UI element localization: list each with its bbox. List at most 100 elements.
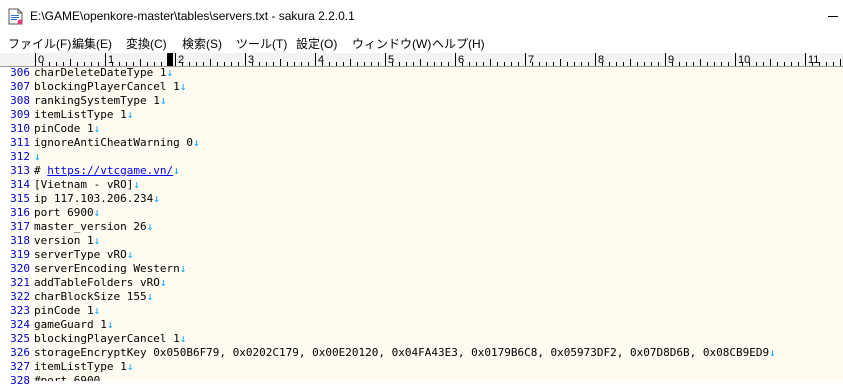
- column-ruler[interactable]: 0 1 2 3 4 5 6 7 8 9 10 11: [0, 53, 843, 67]
- line-number: 315: [10, 192, 30, 205]
- line-break-mark: ↓: [93, 122, 101, 135]
- line-text: storageEncryptKey 0x050B6F79, 0x0202C179…: [34, 346, 770, 359]
- ruler-label: 6: [458, 54, 464, 66]
- ruler-label: 8: [598, 54, 604, 66]
- menu-help[interactable]: ヘルプ(H): [432, 35, 485, 52]
- line-number: 328: [10, 374, 30, 387]
- text-line[interactable]: addTableFolders vRO↓: [34, 276, 166, 290]
- menu-edit[interactable]: 編集(E): [72, 35, 112, 52]
- ruler-label: 5: [388, 54, 394, 66]
- line-text: #port 6900: [34, 374, 101, 381]
- line-text: pinCode 1: [34, 304, 94, 317]
- title-bar: E:\GAME\openkore-master\tables\servers.t…: [0, 0, 843, 33]
- menu-search[interactable]: 検索(S): [182, 35, 222, 52]
- line-text: charBlockSize 155: [34, 290, 147, 303]
- line-break-mark: ↓: [769, 346, 776, 359]
- text-line[interactable]: itemListType 1↓: [34, 108, 133, 122]
- line-text: ip 117.103.206.234: [34, 192, 154, 205]
- line-break-mark: ↓: [146, 220, 154, 233]
- text-line[interactable]: port 6900↓: [34, 206, 100, 220]
- text-line[interactable]: ↓: [34, 150, 41, 164]
- line-number: 309: [10, 108, 30, 121]
- text-line[interactable]: #port 6900: [34, 374, 100, 381]
- line-break-mark: ↓: [146, 290, 154, 303]
- ruler-cursor-marker: [167, 53, 173, 66]
- ruler-label: 9: [668, 54, 674, 66]
- text-line[interactable]: master_version 26↓: [34, 220, 153, 234]
- line-number: 321: [10, 276, 30, 289]
- menu-tools[interactable]: ツール(T): [236, 35, 287, 52]
- line-text: gameGuard 1: [34, 318, 107, 331]
- ruler-scale: 0 1 2 3 4 5 6 7 8 9 10 11: [35, 53, 841, 66]
- text-line[interactable]: blockingPlayerCancel 1↓: [34, 80, 186, 94]
- text-line[interactable]: charDeleteDateType 1↓: [34, 67, 173, 80]
- text-line[interactable]: ignoreAntiCheatWarning 0↓: [34, 136, 200, 150]
- menu-bar: ファイル(F) 編集(E) 変換(C) 検索(S) ツール(T) 設定(O) ウ…: [0, 33, 843, 53]
- menu-settings[interactable]: 設定(O): [296, 35, 337, 52]
- line-break-mark: ↓: [106, 318, 114, 331]
- minimize-button[interactable]: [790, 0, 843, 33]
- line-break-mark: ↓: [126, 360, 134, 373]
- line-text: #: [34, 164, 48, 177]
- line-number: 311: [10, 136, 30, 149]
- line-break-mark: ↓: [179, 332, 187, 345]
- text-line[interactable]: serverType vRO↓: [34, 248, 133, 262]
- line-break-mark: ↓: [166, 67, 174, 79]
- line-text: master_version 26: [34, 220, 147, 233]
- text-line[interactable]: blockingPlayerCancel 1↓: [34, 332, 186, 346]
- line-text: serverEncoding Western: [34, 262, 180, 275]
- line-number: 307: [10, 80, 30, 93]
- text-line[interactable]: version 1↓: [34, 234, 100, 248]
- line-break-mark: ↓: [93, 206, 101, 219]
- line-text: itemListType 1: [34, 108, 127, 121]
- sakura-editor-icon: [8, 8, 23, 25]
- url-link[interactable]: https://vtcgame.vn/: [47, 164, 173, 177]
- ruler-label: 10: [738, 54, 750, 66]
- text-line[interactable]: serverEncoding Western↓: [34, 262, 186, 276]
- ruler-label: 11: [808, 54, 819, 66]
- text-line[interactable]: # https://vtcgame.vn/↓: [34, 164, 180, 178]
- line-number: 308: [10, 94, 30, 107]
- line-break-mark: ↓: [179, 262, 187, 275]
- ruler-label: 3: [248, 54, 254, 66]
- text-line[interactable]: storageEncryptKey 0x050B6F79, 0x0202C179…: [34, 346, 776, 360]
- line-number: 319: [10, 248, 30, 261]
- line-number: 317: [10, 220, 30, 233]
- line-text: port 6900: [34, 206, 94, 219]
- line-number-gutter: 306 307 308 309 310 311 312 313 314 315 316 317 318 3…: [0, 66, 34, 387]
- ruler-label: 1: [108, 54, 114, 66]
- line-number: 314: [10, 178, 30, 191]
- line-number: 316: [10, 206, 30, 219]
- menu-convert[interactable]: 変換(C): [126, 35, 167, 52]
- line-text: charDeleteDateType 1: [34, 67, 167, 79]
- text-line[interactable]: rankingSystemType 1↓: [34, 94, 166, 108]
- line-text: itemListType 1: [34, 360, 127, 373]
- line-number: 312: [10, 150, 30, 163]
- line-number: 322: [10, 290, 30, 303]
- text-line[interactable]: gameGuard 1↓: [34, 318, 113, 332]
- line-number: 325: [10, 332, 30, 345]
- text-line[interactable]: pinCode 1↓: [34, 304, 100, 318]
- line-text: blockingPlayerCancel 1: [34, 80, 180, 93]
- text-line[interactable]: itemListType 1↓: [34, 360, 133, 374]
- line-break-mark: ↓: [159, 276, 167, 289]
- line-break-mark: ↓: [192, 136, 200, 149]
- line-break-mark: ↓: [93, 234, 101, 247]
- line-number: 306: [10, 66, 30, 79]
- ruler-label: 4: [318, 54, 324, 66]
- menu-file[interactable]: ファイル(F): [8, 35, 71, 52]
- ruler-label: 2: [178, 54, 184, 66]
- text-line[interactable]: pinCode 1↓: [34, 122, 100, 136]
- text-line[interactable]: charBlockSize 155↓: [34, 290, 153, 304]
- ruler-label: 7: [528, 54, 534, 66]
- text-line[interactable]: ip 117.103.206.234↓: [34, 192, 160, 206]
- line-break-mark: ↓: [179, 80, 187, 93]
- ruler-label: 0: [38, 54, 44, 66]
- line-text: blockingPlayerCancel 1: [34, 332, 180, 345]
- menu-window[interactable]: ウィンドウ(W): [352, 35, 431, 52]
- line-break-mark: ↓: [173, 164, 180, 177]
- line-text: version 1: [34, 234, 94, 247]
- line-text: serverType vRO: [34, 248, 127, 261]
- text-line[interactable]: [Vietnam - vRO]↓: [34, 178, 140, 192]
- text-editor-area[interactable]: charDeleteDateType 1↓ blockingPlayerCance…: [34, 67, 843, 381]
